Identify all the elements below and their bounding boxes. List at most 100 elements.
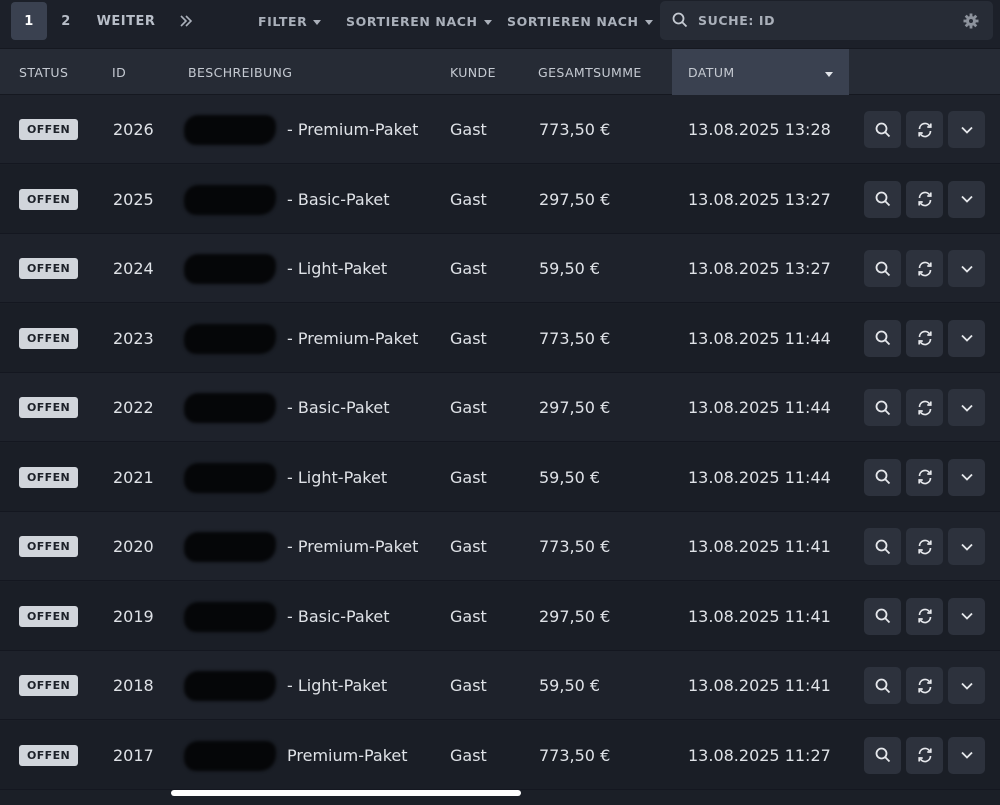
expand-button[interactable]: [948, 319, 985, 357]
header-id[interactable]: ID: [112, 49, 126, 95]
search-icon: [875, 191, 890, 207]
header-customer[interactable]: KUNDE: [450, 49, 496, 95]
view-button[interactable]: [864, 319, 901, 357]
view-button[interactable]: [864, 736, 901, 774]
order-date: 13.08.2025 13:28: [688, 120, 831, 139]
sort-dropdown-1[interactable]: SORTIEREN NACH: [346, 2, 492, 40]
table-row[interactable]: OFFEN 2019 - Basic-Paket Gast 297,50 € 1…: [0, 581, 1000, 651]
expand-button[interactable]: [948, 111, 985, 148]
refresh-button[interactable]: [906, 736, 943, 774]
header-date[interactable]: DATUM: [672, 49, 849, 95]
search-box: [660, 1, 993, 40]
total-amount: 773,50 €: [539, 537, 611, 556]
header-total[interactable]: GESAMTSUMME: [538, 49, 642, 95]
header-description[interactable]: BESCHREIBUNG: [188, 49, 292, 95]
table-row[interactable]: OFFEN 2018 - Light-Paket Gast 59,50 € 13…: [0, 651, 1000, 720]
order-id: 2023: [113, 328, 154, 348]
next-page-button[interactable]: WEITER: [90, 2, 162, 40]
page-1-button[interactable]: 1: [11, 2, 47, 40]
search-input[interactable]: [698, 9, 948, 31]
sort-dropdown-2[interactable]: SORTIEREN NACH: [507, 2, 653, 40]
order-date: 13.08.2025 11:41: [688, 676, 831, 695]
sort-label: SORTIEREN NACH: [346, 13, 478, 29]
chevron-down-icon: [960, 404, 973, 412]
expand-button[interactable]: [948, 736, 985, 774]
table-row[interactable]: OFFEN 2017 Premium-Paket Gast 773,50 € 1…: [0, 720, 1000, 790]
total-amount: 297,50 €: [539, 606, 611, 626]
expand-button[interactable]: [948, 597, 985, 635]
refresh-button[interactable]: [906, 458, 943, 496]
table-row[interactable]: OFFEN 2021 - Light-Paket Gast 59,50 € 13…: [0, 442, 1000, 512]
customer: Gast: [450, 467, 487, 487]
search-icon: [875, 122, 890, 137]
refresh-button[interactable]: [906, 250, 943, 287]
table-row[interactable]: OFFEN 2022 - Basic-Paket Gast 297,50 € 1…: [0, 373, 1000, 442]
refresh-button[interactable]: [906, 528, 943, 565]
description: - Light-Paket: [287, 259, 388, 278]
order-id: 2026: [113, 120, 154, 139]
refresh-button[interactable]: [906, 319, 943, 357]
order-date: 13.08.2025 13:27: [688, 259, 831, 278]
refresh-button[interactable]: [906, 180, 943, 218]
customer: Gast: [450, 537, 487, 556]
customer: Gast: [450, 398, 487, 417]
view-button[interactable]: [864, 597, 901, 635]
refresh-icon: [917, 330, 932, 346]
view-button[interactable]: [864, 180, 901, 218]
redacted-text: [184, 115, 276, 145]
view-button[interactable]: [864, 389, 901, 426]
expand-button[interactable]: [948, 389, 985, 426]
description: - Light-Paket: [287, 467, 388, 487]
status-badge: OFFEN: [19, 605, 79, 627]
table-row[interactable]: OFFEN 2024 - Light-Paket Gast 59,50 € 13…: [0, 234, 1000, 303]
expand-button[interactable]: [948, 528, 985, 565]
refresh-button[interactable]: [906, 597, 943, 635]
table-row[interactable]: OFFEN 2023 - Premium-Paket Gast 773,50 €…: [0, 303, 1000, 373]
refresh-button[interactable]: [906, 111, 943, 148]
view-button[interactable]: [864, 111, 901, 148]
expand-button[interactable]: [948, 250, 985, 287]
customer: Gast: [450, 189, 487, 209]
order-id: 2022: [113, 398, 154, 417]
expand-button[interactable]: [948, 667, 985, 704]
last-page-button[interactable]: [168, 2, 204, 40]
page-2-button[interactable]: 2: [48, 2, 84, 40]
search-icon: [875, 469, 890, 485]
gear-icon[interactable]: [963, 13, 979, 29]
refresh-button[interactable]: [906, 667, 943, 704]
status-cell: OFFEN: [19, 443, 79, 512]
search-icon: [875, 330, 890, 346]
order-date: 13.08.2025 11:44: [688, 467, 831, 487]
view-button[interactable]: [864, 250, 901, 287]
status-badge: OFFEN: [19, 744, 79, 766]
header-date-label: DATUM: [688, 64, 735, 80]
status-badge: OFFEN: [19, 675, 79, 696]
expand-button[interactable]: [948, 180, 985, 218]
refresh-icon: [917, 400, 932, 415]
order-id: 2024: [113, 259, 154, 278]
search-icon: [672, 12, 688, 28]
sort-label: SORTIEREN NACH: [507, 13, 639, 29]
description: - Basic-Paket: [287, 606, 390, 626]
expand-button[interactable]: [948, 458, 985, 496]
order-date: 13.08.2025 13:27: [688, 189, 831, 209]
header-status[interactable]: STATUS: [19, 49, 68, 95]
view-button[interactable]: [864, 528, 901, 565]
refresh-icon: [917, 539, 932, 554]
filter-dropdown[interactable]: FILTER: [258, 2, 322, 40]
customer: Gast: [450, 745, 487, 765]
refresh-icon: [917, 122, 932, 137]
status-cell: OFFEN: [19, 721, 79, 790]
view-button[interactable]: [864, 667, 901, 704]
status-cell: OFFEN: [19, 373, 79, 442]
status-badge: OFFEN: [19, 397, 79, 418]
table-row[interactable]: OFFEN 2025 - Basic-Paket Gast 297,50 € 1…: [0, 164, 1000, 234]
customer: Gast: [450, 120, 487, 139]
caret-down-icon: [483, 19, 492, 25]
table-row[interactable]: OFFEN 2026 - Premium-Paket Gast 773,50 €…: [0, 95, 1000, 164]
chevron-down-icon: [960, 334, 973, 342]
table-row[interactable]: OFFEN 2020 - Premium-Paket Gast 773,50 €…: [0, 512, 1000, 581]
view-button[interactable]: [864, 458, 901, 496]
refresh-button[interactable]: [906, 389, 943, 426]
order-id: 2019: [113, 606, 154, 626]
